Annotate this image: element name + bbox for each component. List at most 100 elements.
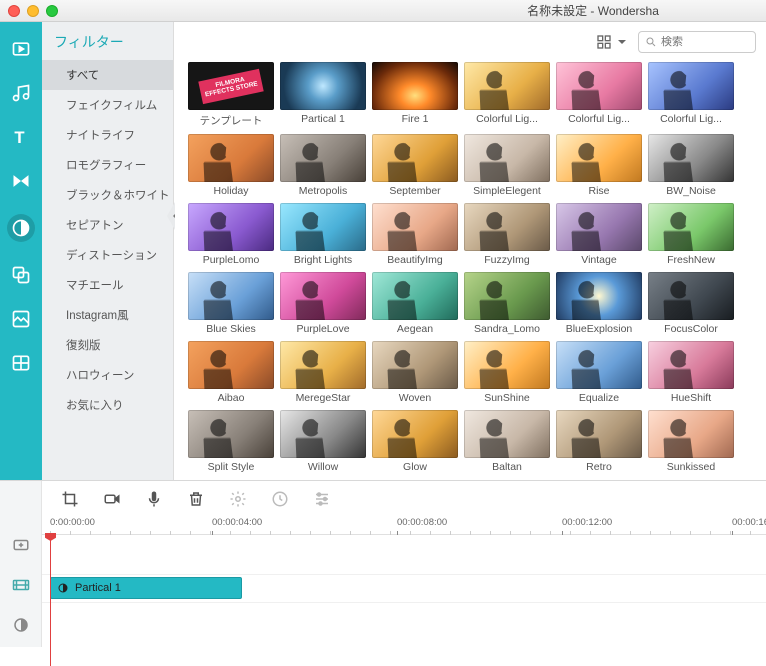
category-item[interactable]: ハロウィーン	[42, 360, 173, 390]
playhead[interactable]	[50, 535, 51, 666]
filter-tile[interactable]: Blue Skies	[188, 272, 274, 335]
category-item[interactable]: お気に入り	[42, 390, 173, 420]
filter-track-icon[interactable]	[0, 605, 41, 645]
adjust-tool-icon[interactable]	[312, 489, 332, 509]
filters-icon[interactable]	[7, 214, 35, 242]
filter-tile[interactable]: BlueExplosion	[556, 272, 642, 335]
filter-tile[interactable]: SimpleElegent	[464, 134, 550, 197]
window-titlebar: 名称未設定 - Wondersha	[0, 0, 766, 22]
crop-tool-icon[interactable]	[60, 489, 80, 509]
filter-tile[interactable]: Holiday	[188, 134, 274, 197]
filter-tile[interactable]: FuzzyImg	[464, 203, 550, 266]
filter-label: FreshNew	[648, 251, 734, 266]
category-item[interactable]: フェイクフィルム	[42, 90, 173, 120]
filter-tile[interactable]: BeautifyImg	[372, 203, 458, 266]
category-item[interactable]: マチエール	[42, 270, 173, 300]
elements-icon[interactable]	[10, 308, 32, 330]
timeline-clip[interactable]: Partical 1	[50, 577, 242, 599]
timeline-tracks[interactable]: Partical 1	[42, 535, 766, 648]
main-toolbar	[174, 22, 766, 62]
filter-label: SimpleElegent	[464, 182, 550, 197]
filter-label: September	[372, 182, 458, 197]
filter-tile[interactable]: SunShine	[464, 341, 550, 404]
filter-label: Sandra_Lomo	[464, 320, 550, 335]
media-icon[interactable]	[10, 38, 32, 60]
close-window-button[interactable]	[8, 5, 20, 17]
category-item[interactable]: 復刻版	[42, 330, 173, 360]
filter-tile[interactable]: Colorful Lig...	[464, 62, 550, 128]
filter-label: Woven	[372, 389, 458, 404]
filter-tile[interactable]: FILMORAEFFECTS STOREテンプレート	[188, 62, 274, 128]
track-type-rail	[0, 481, 42, 647]
zoom-window-button[interactable]	[46, 5, 58, 17]
filter-tile[interactable]: Fire 1	[372, 62, 458, 128]
ruler-tick: 0:00:00:00	[50, 517, 95, 528]
search-box[interactable]	[638, 31, 756, 53]
settings-tool-icon[interactable]	[228, 489, 248, 509]
filter-label: Aegean	[372, 320, 458, 335]
filter-label: Equalize	[556, 389, 642, 404]
filter-label: Aibao	[188, 389, 274, 404]
text-icon[interactable]: T	[10, 126, 32, 148]
filter-tile[interactable]: Retro	[556, 410, 642, 473]
filter-tile[interactable]: MeregeStar	[280, 341, 366, 404]
filter-tile[interactable]: FreshNew	[648, 203, 734, 266]
filter-label: BlueExplosion	[556, 320, 642, 335]
speed-tool-icon[interactable]	[270, 489, 290, 509]
category-item[interactable]: Instagram風	[42, 300, 173, 330]
filter-track[interactable]: Partical 1	[42, 575, 766, 603]
filter-tile[interactable]: FocusColor	[648, 272, 734, 335]
svg-text:T: T	[14, 128, 24, 147]
view-mode-toggle[interactable]	[596, 34, 630, 50]
music-icon[interactable]	[10, 82, 32, 104]
filter-tile[interactable]: Sunkissed	[648, 410, 734, 473]
filter-tile[interactable]: Colorful Lig...	[556, 62, 642, 128]
filter-tile[interactable]: Aibao	[188, 341, 274, 404]
filter-tile[interactable]: Metropolis	[280, 134, 366, 197]
filter-tile[interactable]: Glow	[372, 410, 458, 473]
filter-tile[interactable]: Partical 1	[280, 62, 366, 128]
voiceover-tool-icon[interactable]	[144, 489, 164, 509]
category-item[interactable]: ブラック＆ホワイト	[42, 180, 173, 210]
category-item[interactable]: すべて	[42, 60, 173, 90]
filter-label: Vintage	[556, 251, 642, 266]
filter-tile[interactable]: Baltan	[464, 410, 550, 473]
category-item[interactable]: ディストーション	[42, 240, 173, 270]
filter-label: Holiday	[188, 182, 274, 197]
filter-tile[interactable]: Colorful Lig...	[648, 62, 734, 128]
overlays-icon[interactable]	[10, 264, 32, 286]
filter-tile[interactable]: Woven	[372, 341, 458, 404]
filter-label: MeregeStar	[280, 389, 366, 404]
ruler-tick: 00:00:04:00	[212, 517, 262, 528]
filter-label: FuzzyImg	[464, 251, 550, 266]
category-item[interactable]: ロモグラフィー	[42, 150, 173, 180]
filter-label: Bright Lights	[280, 251, 366, 266]
filter-tile[interactable]: Willow	[280, 410, 366, 473]
filter-tile[interactable]: Rise	[556, 134, 642, 197]
filter-tile[interactable]: BW_Noise	[648, 134, 734, 197]
record-tool-icon[interactable]	[102, 489, 122, 509]
filter-tile[interactable]: PurpleLomo	[188, 203, 274, 266]
video-track[interactable]	[42, 535, 766, 575]
timeline-ruler[interactable]: 0:00:00:0000:00:04:0000:00:08:0000:00:12…	[42, 517, 766, 535]
minimize-window-button[interactable]	[27, 5, 39, 17]
add-track-icon[interactable]	[0, 525, 41, 565]
filter-tile[interactable]: Vintage	[556, 203, 642, 266]
filter-tile[interactable]: September	[372, 134, 458, 197]
video-track-icon[interactable]	[0, 565, 41, 605]
filter-tile[interactable]: Bright Lights	[280, 203, 366, 266]
transitions-icon[interactable]	[10, 170, 32, 192]
filter-tile[interactable]: PurpleLove	[280, 272, 366, 335]
filter-tile[interactable]: Equalize	[556, 341, 642, 404]
search-input[interactable]	[661, 36, 749, 48]
category-item[interactable]: セピアトン	[42, 210, 173, 240]
filter-tile[interactable]: HueShift	[648, 341, 734, 404]
category-item[interactable]: ナイトライフ	[42, 120, 173, 150]
filter-tile[interactable]: Aegean	[372, 272, 458, 335]
delete-tool-icon[interactable]	[186, 489, 206, 509]
splitscreen-icon[interactable]	[10, 352, 32, 374]
filter-tile[interactable]: Sandra_Lomo	[464, 272, 550, 335]
filter-clip-icon	[57, 582, 69, 594]
window-title: 名称未設定 - Wondersha	[527, 2, 659, 19]
filter-tile[interactable]: Split Style	[188, 410, 274, 473]
